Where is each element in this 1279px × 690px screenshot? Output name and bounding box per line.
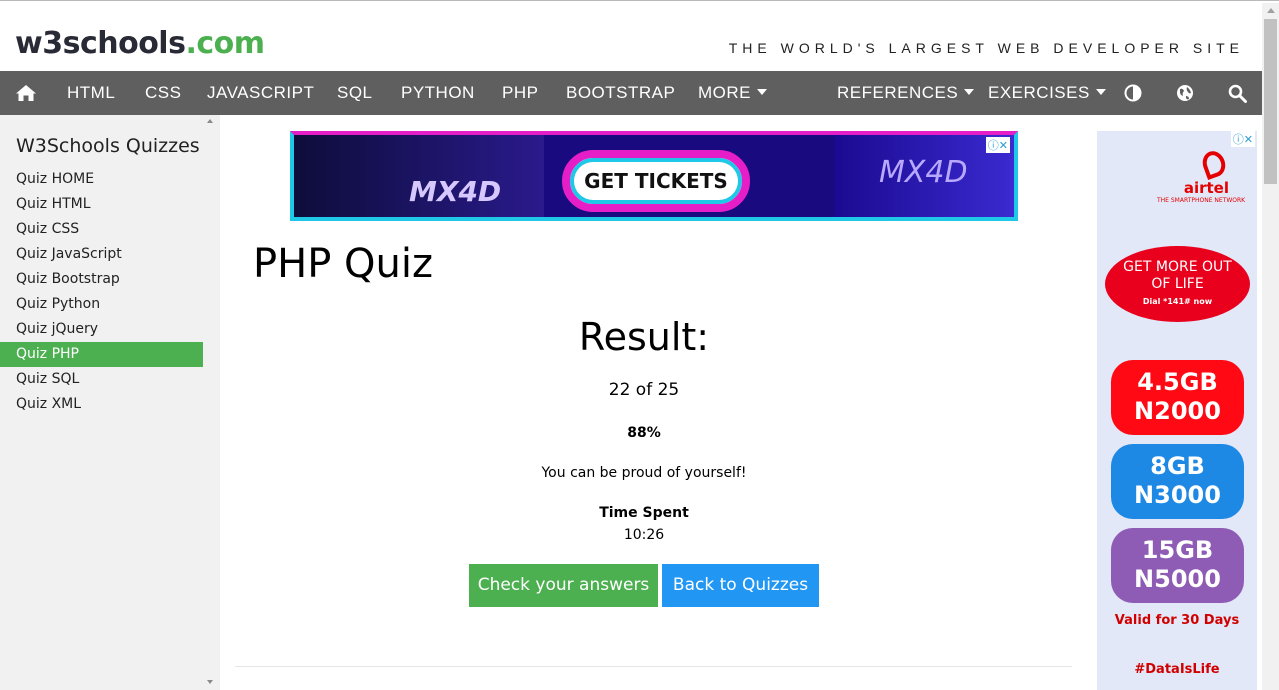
divider	[235, 666, 1072, 667]
nav-more-label: MORE	[698, 83, 751, 102]
ad-brand-logo-right: MX4D	[879, 155, 968, 190]
promo-line-1: GET MORE OUT	[1123, 259, 1232, 275]
nav-sql[interactable]: SQL	[337, 71, 373, 115]
home-icon[interactable]	[14, 71, 38, 115]
data-plan-size: 8GB	[1150, 452, 1205, 480]
sidebar-title: W3Schools Quizzes	[16, 135, 200, 157]
airtel-brand: airtel	[1183, 179, 1229, 197]
search-icon[interactable]	[1226, 71, 1248, 115]
check-answers-button[interactable]: Check your answers	[469, 564, 658, 607]
page-title: PHP Quiz	[253, 241, 433, 287]
right-column: ⓘ✕ airtel THE SMARTPHONE NETWORK GET MOR…	[1088, 115, 1262, 690]
data-plan-price: N5000	[1134, 565, 1221, 593]
top-navbar: HTML CSS JAVASCRIPT SQL PYTHON PHP BOOTS…	[0, 71, 1262, 115]
nav-references-label: REFERENCES	[837, 83, 959, 102]
time-spent-value: 10:26	[623, 527, 665, 543]
site-header: w3schools.com THE WORLD'S LARGEST WEB DE…	[0, 3, 1262, 71]
nav-bootstrap[interactable]: BOOTSTRAP	[566, 71, 675, 115]
logo-suffix: .com	[185, 26, 265, 61]
data-plan-price: N2000	[1134, 397, 1221, 425]
sidebar-item-quiz-php[interactable]: Quiz PHP	[0, 342, 203, 367]
sidebar-item-quiz-bootstrap[interactable]: Quiz Bootstrap	[0, 267, 203, 292]
page-scrollbar[interactable]	[1262, 3, 1279, 690]
nav-exercises-label: EXERCISES	[988, 83, 1090, 102]
sidebar-item-quiz-sql[interactable]: Quiz SQL	[0, 367, 203, 392]
sidebar-item-quiz-home[interactable]: Quiz HOME	[0, 167, 203, 192]
promo-line-2: OF LIFE	[1151, 276, 1204, 292]
back-to-quizzes-button[interactable]: Back to Quizzes	[662, 564, 819, 607]
logo-main: w3schools	[15, 26, 186, 61]
hashtag-text: #DataIsLife	[1134, 662, 1220, 677]
promo-badge: GET MORE OUT OF LIFE Dial *141# now	[1105, 246, 1250, 322]
side-skyscraper-ad[interactable]: ⓘ✕ airtel THE SMARTPHONE NETWORK GET MOR…	[1097, 131, 1257, 690]
data-plan-pill: 8GB N3000	[1111, 444, 1244, 519]
result-message: You can be proud of yourself!	[541, 465, 747, 481]
validity-text: Valid for 30 Days	[1114, 613, 1240, 628]
data-plan-size: 4.5GB	[1137, 368, 1218, 396]
sidebar-item-quiz-css[interactable]: Quiz CSS	[0, 217, 203, 242]
top-banner-ad[interactable]: MX4D MX4D GET TICKETS ⓘ✕	[290, 131, 1018, 221]
sidebar-scroll-down-icon[interactable]	[207, 680, 213, 684]
ad-close-icon[interactable]: ⓘ✕	[1230, 131, 1255, 147]
nav-exercises[interactable]: EXERCISES	[988, 71, 1106, 115]
time-spent-label: Time Spent	[599, 505, 689, 521]
nav-references[interactable]: REFERENCES	[837, 71, 975, 115]
site-logo[interactable]: w3schools.com	[15, 26, 265, 62]
ad-brand-logo: MX4D	[409, 175, 502, 208]
ad-get-tickets-button[interactable]: GET TICKETS	[562, 150, 750, 212]
sidebar-item-quiz-xml[interactable]: Quiz XML	[0, 392, 203, 417]
data-plan-pill: 4.5GB N2000	[1111, 360, 1244, 435]
sidebar-item-quiz-python[interactable]: Quiz Python	[0, 292, 203, 317]
site-tagline: THE WORLD'S LARGEST WEB DEVELOPER SITE	[728, 40, 1244, 56]
data-plan-pill: 15GB N5000	[1111, 528, 1244, 603]
contrast-icon[interactable]	[1122, 71, 1144, 115]
nav-more[interactable]: MORE	[698, 71, 767, 115]
quiz-score: 22 of 25	[608, 380, 680, 400]
nav-python[interactable]: PYTHON	[401, 71, 475, 115]
airtel-logo-icon	[1199, 148, 1229, 180]
data-plan-size: 15GB	[1141, 536, 1214, 564]
promo-line-3: Dial *141# now	[1142, 297, 1213, 306]
data-plan-price: N3000	[1134, 481, 1221, 509]
nav-css[interactable]: CSS	[145, 71, 181, 115]
caret-down-icon	[757, 88, 767, 95]
globe-icon[interactable]	[1174, 71, 1196, 115]
result-heading: Result:	[578, 315, 710, 359]
scroll-thumb[interactable]	[1264, 19, 1277, 184]
sidebar-item-quiz-javascript[interactable]: Quiz JavaScript	[0, 242, 203, 267]
scroll-up-arrow-icon[interactable]	[1267, 8, 1275, 13]
sidebar-item-quiz-jquery[interactable]: Quiz jQuery	[0, 317, 203, 342]
airtel-tagline: THE SMARTPHONE NETWORK	[1157, 197, 1246, 204]
nav-javascript[interactable]: JAVASCRIPT	[207, 71, 314, 115]
main-content: MX4D MX4D GET TICKETS ⓘ✕ PHP Quiz Result…	[220, 115, 1088, 690]
caret-down-icon	[1095, 88, 1106, 95]
nav-php[interactable]: PHP	[502, 71, 538, 115]
quiz-sidebar: W3Schools Quizzes Quiz HOME Quiz HTML Qu…	[0, 115, 220, 690]
ad-close-icon[interactable]: ⓘ✕	[985, 137, 1010, 153]
sidebar-scroll-up-icon[interactable]	[207, 119, 213, 123]
sidebar-item-quiz-html[interactable]: Quiz HTML	[0, 192, 203, 217]
caret-down-icon	[964, 88, 975, 95]
nav-html[interactable]: HTML	[67, 71, 115, 115]
quiz-percent: 88%	[627, 425, 661, 441]
